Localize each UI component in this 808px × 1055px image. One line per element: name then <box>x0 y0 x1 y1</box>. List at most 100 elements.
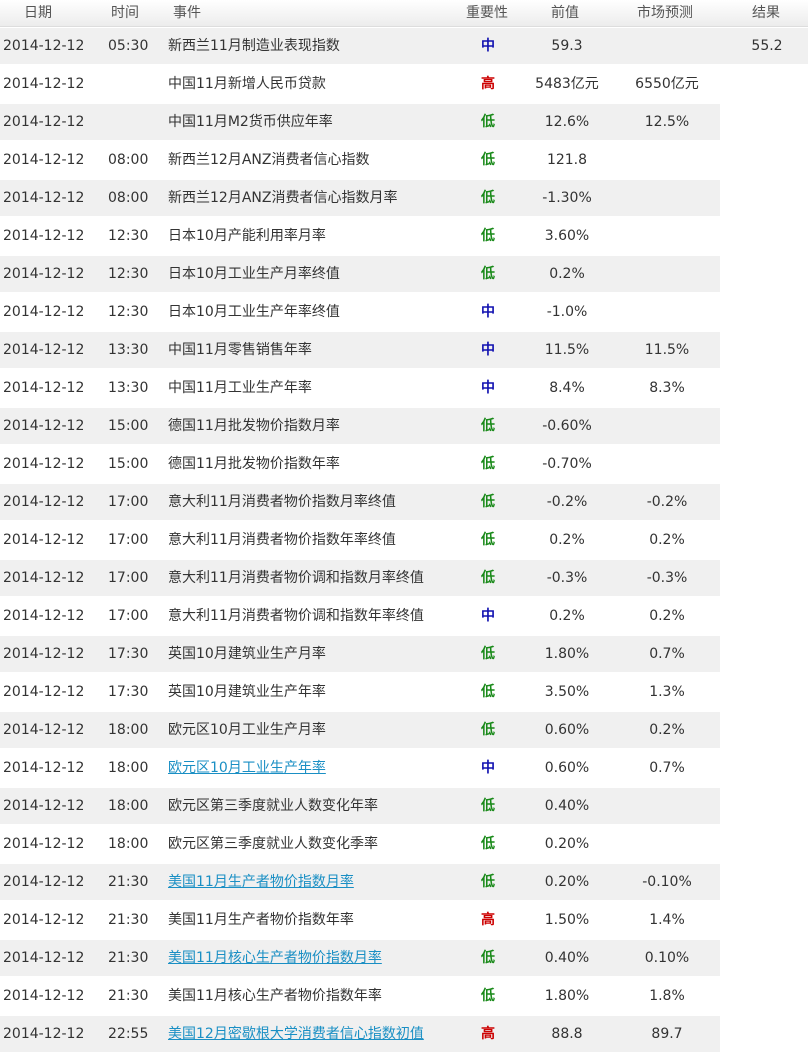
table-row: 2014-12-12 18:00 欧元区第三季度就业人数变化年率 低 0.40% <box>0 787 808 825</box>
cell-time: 21:30 <box>108 988 149 1004</box>
importance-badge: 低 <box>481 190 495 206</box>
cell-event: 新西兰12月ANZ消费者信心指数月率 <box>168 190 398 206</box>
cell-previous: -0.2% <box>546 494 588 510</box>
cell-previous: -0.3% <box>546 570 588 586</box>
event-link[interactable]: 美国11月核心生产者物价指数月率 <box>168 939 382 977</box>
cell-previous: -1.0% <box>546 304 588 320</box>
cell-previous: -0.70% <box>542 456 592 472</box>
cell-previous: 0.40% <box>544 950 590 966</box>
cell-date: 2014-12-12 <box>3 304 85 320</box>
cell-event: 中国11月新增人民币贷款 <box>168 76 326 92</box>
table-header: 日期 时间 事件 重要性 前值 市场预测 结果 <box>0 0 808 27</box>
cell-time: 17:00 <box>108 494 149 510</box>
table-row: 2014-12-12 中国11月M2货币供应年率 低 12.6% 12.5% <box>0 103 808 141</box>
cell-time: 17:00 <box>108 532 149 548</box>
cell-result: 55.2 <box>751 38 783 54</box>
importance-badge: 低 <box>481 532 495 548</box>
table-row: 2014-12-12 12:30 日本10月工业生产年率终值 中 -1.0% <box>0 293 808 331</box>
cell-forecast: 0.2% <box>649 722 685 738</box>
event-link[interactable]: 美国12月密歇根大学消费者信心指数初值 <box>168 1015 424 1053</box>
table-row: 2014-12-12 17:30 英国10月建筑业生产月率 低 1.80% 0.7% <box>0 635 808 673</box>
cell-previous: -1.30% <box>542 190 592 206</box>
cell-forecast: 0.10% <box>644 950 690 966</box>
table-row: 2014-12-12 18:00 欧元区第三季度就业人数变化季率 低 0.20% <box>0 825 808 863</box>
cell-forecast: 0.7% <box>649 760 685 776</box>
table-row: 2014-12-12 17:00 意大利11月消费者物价调和指数月率终值 低 -0.3%… <box>0 559 808 597</box>
importance-badge: 高 <box>481 76 495 92</box>
cell-date: 2014-12-12 <box>3 570 85 586</box>
column-header-previous: 前值 <box>551 5 579 21</box>
table-row: 2014-12-12 18:00 欧元区10月工业生产年率 中 0.60% 0.7% <box>0 749 808 787</box>
table-row: 2014-12-12 17:30 英国10月建筑业生产年率 低 3.50% 1.3% <box>0 673 808 711</box>
cell-event: 意大利11月消费者物价指数月率终值 <box>168 494 396 510</box>
cell-forecast: -0.3% <box>646 570 688 586</box>
importance-badge: 低 <box>481 874 495 890</box>
cell-time: 15:00 <box>108 418 149 434</box>
cell-time: 17:00 <box>108 570 149 586</box>
importance-badge: 低 <box>481 418 495 434</box>
importance-badge: 中 <box>481 760 495 776</box>
cell-date: 2014-12-12 <box>3 456 85 472</box>
cell-forecast: 8.3% <box>649 380 685 396</box>
table-row: 2014-12-12 21:30 美国11月核心生产者物价指数年率 低 1.80% 1.8… <box>0 977 808 1015</box>
cell-date: 2014-12-12 <box>3 988 85 1004</box>
event-link[interactable]: 欧元区10月工业生产年率 <box>168 749 326 787</box>
cell-date: 2014-12-12 <box>3 494 85 510</box>
cell-previous: 1.50% <box>544 912 590 928</box>
cell-date: 2014-12-12 <box>3 190 85 206</box>
cell-time: 12:30 <box>108 266 149 282</box>
importance-badge: 低 <box>481 722 495 738</box>
importance-badge: 低 <box>481 570 495 586</box>
cell-event: 中国11月工业生产年率 <box>168 380 312 396</box>
table-row: 2014-12-12 21:30 美国11月生产者物价指数年率 高 1.50% 1.4% <box>0 901 808 939</box>
cell-previous: 3.60% <box>544 228 590 244</box>
cell-previous: 1.80% <box>544 646 590 662</box>
cell-time: 18:00 <box>108 798 149 814</box>
cell-time: 22:55 <box>108 1026 149 1042</box>
table-row: 2014-12-12 13:30 中国11月零售销售年率 中 11.5% 11.5% <box>0 331 808 369</box>
calendar-table-body: 2014-12-12 05:30 新西兰11月制造业表现指数中 59.3 55.2 201… <box>0 27 808 1053</box>
importance-badge: 中 <box>481 304 495 320</box>
importance-badge: 低 <box>481 228 495 244</box>
cell-date: 2014-12-12 <box>3 76 85 92</box>
table-row: 2014-12-12 08:00 新西兰12月ANZ消费者信心指数月率 低 -1.30% <box>0 179 808 217</box>
importance-badge: 低 <box>481 114 495 130</box>
cell-time: 05:30 <box>108 38 149 54</box>
cell-previous: 0.40% <box>544 798 590 814</box>
cell-event: 德国11月批发物价指数月率 <box>168 418 340 434</box>
cell-previous: 0.60% <box>544 760 590 776</box>
cell-event: 英国10月建筑业生产月率 <box>168 646 326 662</box>
cell-forecast: 0.7% <box>649 646 685 662</box>
cell-date: 2014-12-12 <box>3 342 85 358</box>
column-header-date: 日期 <box>24 5 52 21</box>
cell-time: 21:30 <box>108 950 149 966</box>
cell-forecast: 89.7 <box>651 1026 683 1042</box>
table-row: 2014-12-12 15:00 德国11月批发物价指数月率 低 -0.60% <box>0 407 808 445</box>
cell-time: 13:30 <box>108 380 149 396</box>
importance-badge: 高 <box>481 912 495 928</box>
cell-time: 15:00 <box>108 456 149 472</box>
cell-date: 2014-12-12 <box>3 38 85 54</box>
importance-badge: 中 <box>481 342 495 358</box>
cell-forecast: 0.2% <box>649 608 685 624</box>
cell-event: 欧元区第三季度就业人数变化季率 <box>168 836 378 852</box>
cell-event: 欧元区10月工业生产月率 <box>168 722 326 738</box>
importance-badge: 中 <box>481 38 495 54</box>
importance-badge: 低 <box>481 456 495 472</box>
cell-previous: 11.5% <box>544 342 590 358</box>
cell-date: 2014-12-12 <box>3 874 85 890</box>
cell-previous: 1.80% <box>544 988 590 1004</box>
cell-forecast: -0.10% <box>642 874 692 890</box>
cell-previous: 88.8 <box>551 1026 583 1042</box>
cell-previous: 0.20% <box>544 836 590 852</box>
cell-previous: 3.50% <box>544 684 590 700</box>
cell-time: 12:30 <box>108 304 149 320</box>
table-row: 2014-12-12 12:30 日本10月工业生产月率终值 低 0.2% <box>0 255 808 293</box>
cell-previous: 0.2% <box>549 266 585 282</box>
cell-time: 18:00 <box>108 836 149 852</box>
table-row: 2014-12-12 18:00 欧元区10月工业生产月率 低 0.60% 0.2% <box>0 711 808 749</box>
cell-event: 中国11月M2货币供应年率 <box>168 114 333 130</box>
event-link[interactable]: 美国11月生产者物价指数月率 <box>168 863 354 901</box>
cell-date: 2014-12-12 <box>3 608 85 624</box>
table-row: 2014-12-12 21:30 美国11月生产者物价指数月率 低 0.20% -0.10… <box>0 863 808 901</box>
